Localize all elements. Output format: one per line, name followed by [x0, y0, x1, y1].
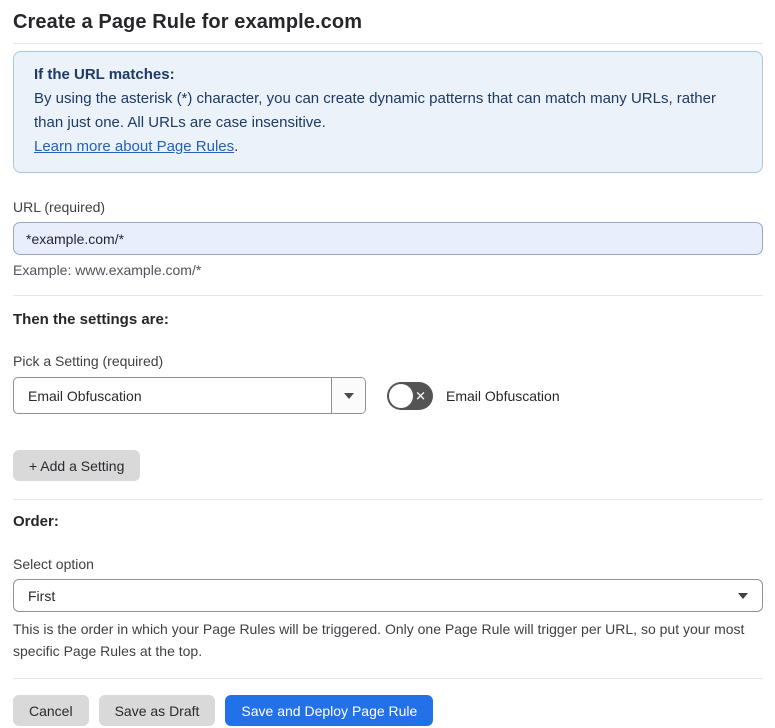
order-select[interactable]: First — [13, 579, 763, 612]
info-box-heading: If the URL matches: — [34, 66, 175, 83]
setting-picker-label: Pick a Setting (required) — [13, 353, 164, 369]
info-box-link-line: Learn more about Page Rules. — [34, 135, 742, 159]
order-select-value: First — [28, 587, 56, 604]
settings-section-heading: Then the settings are: — [13, 311, 169, 328]
learn-more-link[interactable]: Learn more about Page Rules — [34, 138, 234, 155]
cancel-button[interactable]: Cancel — [13, 695, 89, 726]
url-input[interactable] — [13, 222, 763, 255]
setting-dropdown[interactable]: Email Obfuscation — [13, 377, 366, 414]
order-section-heading: Order: — [13, 513, 59, 530]
toggle-off-x-icon: ✕ — [415, 388, 426, 403]
save-and-deploy-button[interactable]: Save and Deploy Page Rule — [225, 695, 434, 726]
page-rule-form: Create a Page Rule for example.com If th… — [0, 11, 775, 726]
footer-divider — [13, 678, 763, 679]
title-divider — [13, 43, 763, 44]
chevron-down-icon — [343, 392, 354, 399]
footer-actions: Cancel Save as Draft Save and Deploy Pag… — [13, 695, 763, 726]
email-obfuscation-toggle[interactable]: ✕ — [387, 381, 433, 410]
setting-dropdown-value: Email Obfuscation — [28, 387, 142, 404]
url-example-text: Example: www.example.com/* — [13, 262, 202, 278]
setting-row: Email Obfuscation ✕ Email Obfuscation — [13, 377, 763, 414]
order-select-label: Select option — [13, 556, 94, 572]
link-period: . — [234, 138, 239, 155]
info-box-body: By using the asterisk (*) character, you… — [34, 90, 716, 131]
order-help-text: This is the order in which your Page Rul… — [13, 621, 745, 659]
url-field-label: URL (required) — [13, 199, 106, 215]
add-setting-button[interactable]: + Add a Setting — [13, 450, 141, 481]
toggle-setting-label: Email Obfuscation — [446, 387, 560, 404]
url-match-info-box: If the URL matches: By using the asteris… — [13, 51, 763, 173]
section-divider-url — [13, 295, 763, 296]
save-as-draft-button[interactable]: Save as Draft — [98, 695, 216, 726]
page-title: Create a Page Rule for example.com — [13, 11, 363, 33]
section-divider-settings — [13, 499, 763, 500]
setting-dropdown-arrow-button[interactable] — [331, 378, 365, 413]
chevron-down-icon — [738, 592, 748, 599]
toggle-knob — [389, 383, 413, 408]
